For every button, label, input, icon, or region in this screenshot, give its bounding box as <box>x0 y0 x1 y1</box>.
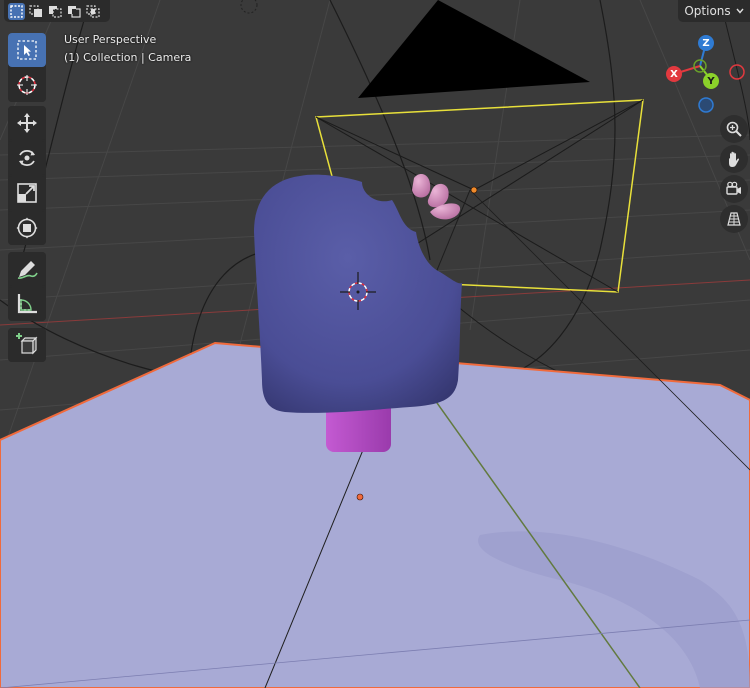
measure-icon[interactable] <box>8 287 46 321</box>
light-origin <box>240 0 258 14</box>
rotate-icon[interactable] <box>8 141 46 175</box>
light-cone <box>358 0 590 98</box>
ortho-grid-icon[interactable] <box>720 205 748 233</box>
chevron-down-icon <box>736 8 744 14</box>
transform-icon[interactable] <box>8 211 46 245</box>
toolbar-transform-group <box>8 106 46 245</box>
gizmo-y-axis[interactable]: Y <box>703 73 719 89</box>
selection-mode-bar <box>4 0 110 22</box>
collection-info-label: (1) Collection | Camera <box>64 51 192 64</box>
3d-viewport[interactable]: Z X Y Options User Perspective (1) Colle… <box>0 0 750 688</box>
select-invert-icon[interactable] <box>65 3 82 20</box>
view-name-label: User Perspective <box>64 33 157 46</box>
zoom-icon[interactable] <box>720 115 748 143</box>
gizmo-z-axis[interactable]: Z <box>698 35 714 51</box>
gizmo-neg-z <box>698 97 714 113</box>
annotate-icon[interactable] <box>8 252 46 286</box>
select-box-icon[interactable] <box>8 33 46 67</box>
select-new-icon[interactable] <box>8 2 25 20</box>
toolbar-select-group <box>8 33 46 102</box>
pan-hand-icon[interactable] <box>720 145 748 173</box>
move-icon[interactable] <box>8 106 46 140</box>
toolbar-annotate-group <box>8 252 46 321</box>
gizmo-x-label: X <box>670 68 678 80</box>
select-intersect-icon[interactable] <box>84 3 101 20</box>
options-label: Options <box>684 4 731 18</box>
cursor-icon[interactable] <box>8 68 46 102</box>
select-extend-icon[interactable] <box>27 3 44 20</box>
scene-canvas[interactable] <box>0 0 750 688</box>
gizmo-y-label: Y <box>707 75 715 87</box>
popsicle-body <box>254 174 462 413</box>
camera-origin-dot <box>470 186 478 194</box>
toolbar-add-group <box>8 328 46 362</box>
object-origin-dot <box>356 493 364 501</box>
gizmo-z-label: Z <box>702 37 710 49</box>
add-cube-icon[interactable] <box>8 328 46 362</box>
gizmo-x-axis[interactable]: X <box>666 66 682 82</box>
options-dropdown[interactable]: Options <box>678 0 750 22</box>
scale-icon[interactable] <box>8 176 46 210</box>
select-subtract-icon[interactable] <box>46 3 63 20</box>
camera-view-icon[interactable] <box>720 175 748 203</box>
